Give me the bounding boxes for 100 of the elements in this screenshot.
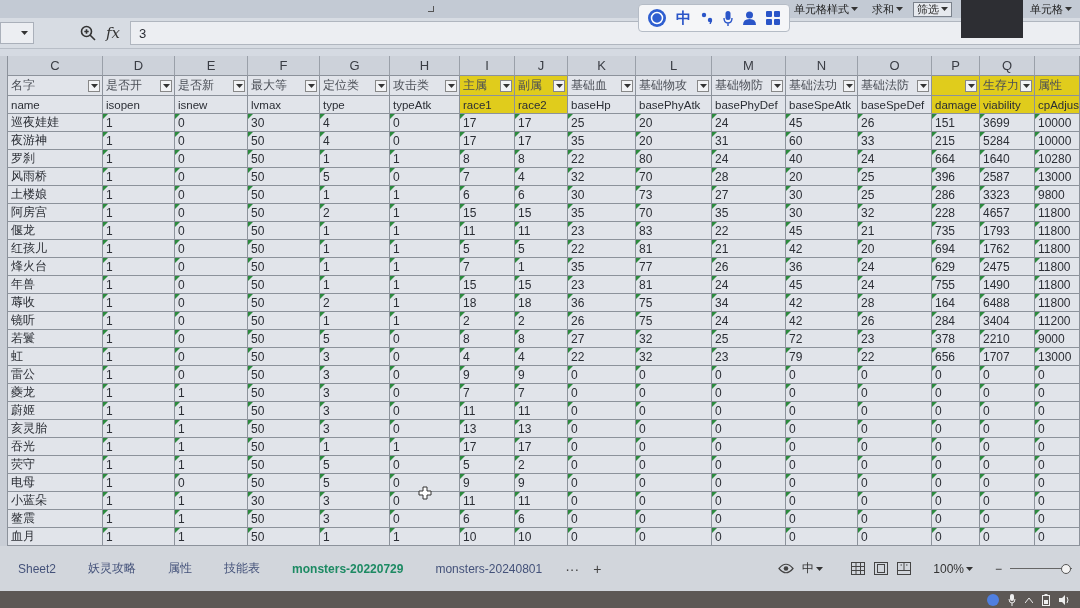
filter-dropdown-button[interactable] bbox=[445, 79, 457, 92]
cell-value: 26 bbox=[861, 115, 875, 130]
column-title: 基础物攻 bbox=[639, 77, 687, 94]
field-name: isnew bbox=[175, 96, 248, 114]
cell-value: 0 bbox=[571, 439, 578, 454]
launcher-icon[interactable] bbox=[428, 6, 434, 12]
column-header[interactable]: O bbox=[858, 56, 932, 76]
filter-dropdown-button[interactable] bbox=[965, 79, 977, 92]
cell-value: 42 bbox=[789, 295, 803, 310]
function-label[interactable]: fx bbox=[106, 24, 120, 42]
microphone-icon[interactable] bbox=[1008, 594, 1016, 606]
column-header[interactable]: H bbox=[390, 56, 460, 76]
cell-value: 25 bbox=[715, 331, 729, 346]
field-name: baseHp bbox=[568, 96, 636, 114]
cell-value: 40 bbox=[789, 151, 803, 166]
cell-value: 72 bbox=[789, 331, 803, 346]
cell-value: 0 bbox=[935, 439, 942, 454]
cell-value: 风雨桥 bbox=[11, 168, 47, 185]
sheet-tab[interactable]: Sheet2 bbox=[18, 561, 73, 576]
ribbon-button[interactable]: 单元格样式 bbox=[790, 1, 862, 17]
speaker-icon[interactable] bbox=[1059, 595, 1070, 605]
filter-dropdown-button[interactable] bbox=[375, 79, 387, 92]
column-header[interactable]: J bbox=[515, 56, 568, 76]
field-name: race2 bbox=[515, 96, 568, 114]
column-header[interactable]: L bbox=[636, 56, 712, 76]
cell-value: 1 bbox=[178, 457, 185, 472]
cell-value: 1 bbox=[323, 529, 330, 544]
cell-value: 4 bbox=[463, 349, 470, 364]
input-mode-button[interactable]: 中 bbox=[802, 560, 824, 577]
eye-icon[interactable] bbox=[778, 563, 795, 574]
caret-icon bbox=[1065, 7, 1072, 11]
cell-value: 735 bbox=[935, 223, 956, 238]
sheet-tab[interactable]: 属性 bbox=[152, 560, 209, 577]
logo-icon[interactable] bbox=[648, 9, 666, 27]
microphone-icon[interactable] bbox=[723, 10, 733, 26]
cell-value: 夜游神 bbox=[11, 132, 47, 149]
cell-value: 17 bbox=[463, 439, 477, 454]
zoom-level-button[interactable]: 100% bbox=[933, 561, 973, 576]
ribbon-button[interactable]: 筛选 bbox=[913, 1, 952, 17]
filter-dropdown-button[interactable] bbox=[233, 79, 245, 92]
column-header[interactable]: I bbox=[460, 56, 515, 76]
filter-dropdown-button[interactable] bbox=[621, 79, 633, 92]
column-header[interactable]: Q bbox=[980, 56, 1035, 76]
filter-dropdown-button[interactable] bbox=[88, 79, 100, 92]
more-tabs-button[interactable]: ··· bbox=[558, 560, 587, 577]
page-layout-icon[interactable] bbox=[874, 562, 889, 575]
filter-dropdown-button[interactable] bbox=[843, 79, 855, 92]
zoom-out-button[interactable]: − bbox=[995, 561, 1002, 576]
punctuation-icon[interactable] bbox=[701, 12, 713, 24]
filter-dropdown-button[interactable] bbox=[771, 79, 783, 92]
cell-value: 24 bbox=[861, 277, 875, 292]
filter-dropdown-button[interactable] bbox=[697, 79, 709, 92]
battery-icon[interactable] bbox=[1042, 594, 1050, 606]
page-break-icon[interactable] bbox=[897, 562, 912, 575]
filter-dropdown-button[interactable] bbox=[917, 79, 929, 92]
filter-dropdown-button[interactable] bbox=[553, 79, 565, 92]
column-header[interactable]: M bbox=[712, 56, 786, 76]
normal-view-icon[interactable] bbox=[851, 562, 866, 575]
cell-value: 6 bbox=[518, 511, 525, 526]
cell-value: 60 bbox=[789, 133, 803, 148]
caret-icon bbox=[1022, 83, 1030, 88]
cell-value: 0 bbox=[1038, 403, 1045, 418]
ribbon-button[interactable]: 求和 bbox=[868, 1, 907, 17]
cell-value: 24 bbox=[715, 115, 729, 130]
column-header[interactable]: D bbox=[103, 56, 175, 76]
user-icon[interactable] bbox=[743, 11, 756, 25]
cell-value: 6488 bbox=[983, 295, 1010, 310]
caret-up-icon[interactable] bbox=[1025, 597, 1033, 603]
add-sheet-button[interactable]: + bbox=[586, 560, 609, 577]
cell-value: 50 bbox=[251, 313, 265, 328]
ribbon-button[interactable]: 单元格 bbox=[1026, 1, 1076, 17]
filter-dropdown-button[interactable] bbox=[305, 79, 317, 92]
cell-value: 0 bbox=[639, 493, 646, 508]
filter-dropdown-button[interactable] bbox=[1020, 79, 1032, 92]
cell-value: 小蓝朵 bbox=[11, 492, 47, 509]
column-header[interactable]: E bbox=[175, 56, 248, 76]
column-header[interactable]: C bbox=[8, 56, 103, 76]
zoom-slider-thumb[interactable] bbox=[1060, 563, 1071, 574]
sheet-tab[interactable]: monsters-20240801 bbox=[419, 561, 559, 576]
cell-value: 2475 bbox=[983, 259, 1010, 274]
column-header[interactable]: P bbox=[932, 56, 980, 76]
column-header[interactable]: G bbox=[320, 56, 390, 76]
sheet-tab[interactable]: 妖灵攻略 bbox=[72, 560, 153, 577]
column-header[interactable]: N bbox=[786, 56, 858, 76]
filter-dropdown-button[interactable] bbox=[500, 79, 512, 92]
column-header[interactable]: K bbox=[568, 56, 636, 76]
magnifier-icon[interactable] bbox=[80, 25, 96, 41]
sheet-tab[interactable]: 技能表 bbox=[208, 560, 277, 577]
filter-dropdown-button[interactable] bbox=[160, 79, 172, 92]
column-header[interactable]: F bbox=[248, 56, 320, 76]
grid-icon[interactable] bbox=[766, 11, 780, 25]
cell-value: 36 bbox=[789, 259, 803, 274]
cell-value: 656 bbox=[935, 349, 956, 364]
cell-value: 0 bbox=[715, 493, 722, 508]
cell-value: 0 bbox=[715, 511, 722, 526]
cell-value: 5 bbox=[323, 475, 330, 490]
field-name: type bbox=[320, 96, 390, 114]
name-box[interactable] bbox=[0, 22, 34, 44]
cell-value: 1 bbox=[106, 115, 113, 130]
cursor-icon bbox=[418, 486, 432, 500]
